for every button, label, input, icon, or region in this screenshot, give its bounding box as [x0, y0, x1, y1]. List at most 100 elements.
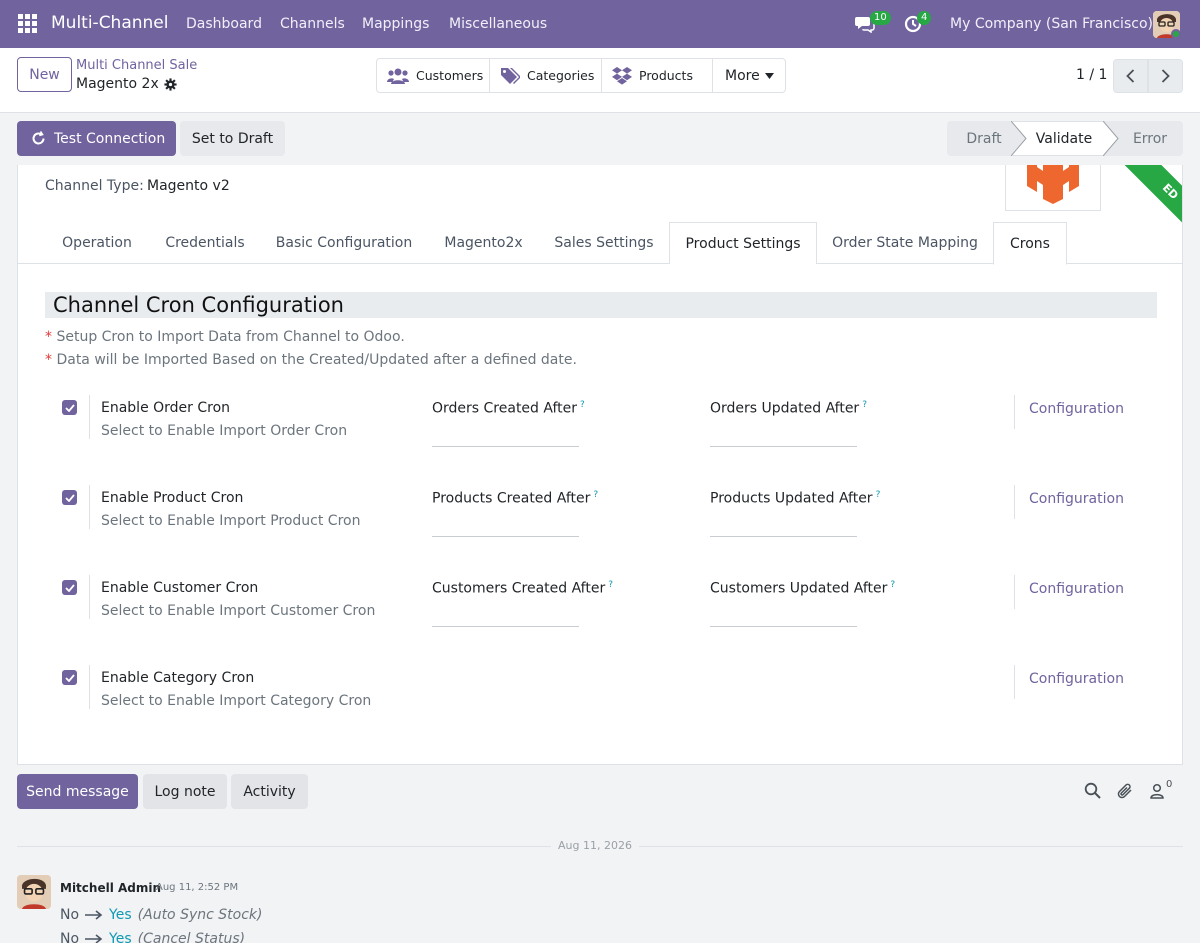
required-marker: * [45, 329, 52, 345]
orders-updated-after-input[interactable] [710, 446, 857, 447]
send-message-button[interactable]: Send message [17, 774, 138, 809]
help-tooltip-icon[interactable]: ? [580, 400, 585, 410]
company-switcher[interactable]: My Company (San Francisco) [950, 16, 1153, 32]
order-cron-configuration-link[interactable]: Configuration [1029, 401, 1124, 417]
tab-crons[interactable]: Crons [993, 222, 1067, 265]
stage-arrow [1103, 121, 1119, 156]
search-icon[interactable] [1084, 782, 1101, 799]
old-value: No [60, 907, 80, 923]
tab-sales-settings[interactable]: Sales Settings [540, 222, 668, 264]
product-cron-checkbox[interactable] [62, 490, 77, 505]
breadcrumb-current: Magento 2x [76, 76, 159, 92]
app-name[interactable]: Multi-Channel [51, 13, 168, 33]
customer-cron-checkbox[interactable] [62, 580, 77, 595]
test-connection-button[interactable]: Test Connection [17, 121, 176, 156]
status-pipeline: Draft Validate Error [947, 121, 1183, 156]
tracking-change: No Yes (Cancel Status) [60, 931, 245, 943]
category-cron-label: Enable Category Cron [101, 670, 255, 686]
tab-basic-configuration[interactable]: Basic Configuration [261, 222, 427, 264]
products-smart-button[interactable]: Products [602, 59, 713, 92]
row-divider [89, 485, 90, 529]
menu-channels[interactable]: Channels [280, 16, 345, 32]
menu-dashboard[interactable]: Dashboard [186, 16, 262, 32]
followers-user-icon[interactable] [1150, 783, 1164, 799]
note-text: Data will be Imported Based on the Creat… [56, 352, 577, 368]
row-divider [1014, 485, 1015, 519]
messages-badge: 10 [870, 11, 891, 25]
author-avatar[interactable] [17, 875, 51, 909]
required-marker: * [45, 352, 52, 368]
field-name: (Cancel Status) [137, 931, 246, 943]
menu-mappings[interactable]: Mappings [362, 16, 429, 32]
categories-label: Categories [527, 68, 595, 83]
pager-previous-button[interactable] [1113, 59, 1148, 93]
more-dropdown[interactable]: More [713, 59, 785, 92]
pager-next-button[interactable] [1148, 59, 1183, 93]
note-text: Setup Cron to Import Data from Channel t… [56, 329, 405, 345]
customers-created-after-label: Customers Created After? [432, 580, 613, 597]
more-label: More [725, 67, 760, 84]
orders-created-after-input[interactable] [432, 446, 579, 447]
products-created-after-input[interactable] [432, 536, 579, 537]
tab-order-state-mapping[interactable]: Order State Mapping [817, 222, 993, 264]
row-divider [1014, 665, 1015, 699]
users-icon [387, 68, 409, 84]
tags-icon [500, 67, 520, 84]
field-name: (Auto Sync Stock) [137, 907, 263, 923]
category-cron-help: Select to Enable Import Category Cron [101, 693, 372, 709]
old-value: No [60, 931, 80, 943]
new-value: Yes [109, 907, 132, 923]
new-button[interactable]: New [17, 57, 72, 92]
caret-down-icon [764, 72, 774, 79]
product-cron-configuration-link[interactable]: Configuration [1029, 491, 1124, 507]
activity-button[interactable]: Activity [231, 774, 308, 809]
activity-badge: 4 [917, 11, 932, 25]
order-cron-checkbox[interactable] [62, 400, 77, 415]
customers-updated-after-label: Customers Updated After? [710, 580, 895, 597]
gear-icon[interactable] [164, 78, 177, 91]
row-divider [89, 395, 90, 439]
new-value: Yes [109, 931, 132, 943]
field-label: Customers Created After [432, 580, 606, 597]
orders-created-after-label: Orders Created After? [432, 400, 585, 417]
products-created-after-label: Products Created After? [432, 490, 598, 507]
stage-draft[interactable]: Draft [947, 121, 1013, 156]
help-tooltip-icon[interactable]: ? [862, 400, 867, 410]
customer-cron-configuration-link[interactable]: Configuration [1029, 581, 1124, 597]
category-cron-configuration-link[interactable]: Configuration [1029, 671, 1124, 687]
help-tooltip-icon[interactable]: ? [593, 490, 598, 500]
date-separator-label: Aug 11, 2026 [551, 839, 639, 852]
message-author[interactable]: Mitchell Admin [60, 881, 161, 895]
field-label: Customers Updated After [710, 580, 888, 597]
customers-updated-after-input[interactable] [710, 626, 857, 627]
chevron-left-icon [1126, 69, 1135, 83]
customer-cron-label: Enable Customer Cron [101, 580, 259, 596]
customers-smart-button[interactable]: Customers [377, 59, 490, 92]
breadcrumb-parent[interactable]: Multi Channel Sale [76, 58, 197, 73]
control-panel: New Multi Channel Sale Magento 2x Custom… [0, 48, 1200, 113]
tab-operation[interactable]: Operation [45, 222, 149, 264]
cron-list: Enable Order Cron Select to Enable Impor… [18, 391, 1182, 751]
products-label: Products [639, 68, 693, 83]
help-tooltip-icon[interactable]: ? [608, 580, 613, 590]
category-cron-checkbox[interactable] [62, 670, 77, 685]
orders-updated-after-label: Orders Updated After? [710, 400, 867, 417]
app-grid-icon[interactable] [18, 14, 38, 34]
log-note-button[interactable]: Log note [143, 774, 227, 809]
paperclip-icon[interactable] [1116, 782, 1134, 800]
field-label: Products Updated After [710, 490, 873, 507]
customers-created-after-input[interactable] [432, 626, 579, 627]
set-to-draft-button[interactable]: Set to Draft [180, 121, 285, 156]
menu-miscellaneous[interactable]: Miscellaneous [449, 16, 547, 32]
tab-product-settings[interactable]: Product Settings [669, 222, 817, 264]
product-cron-help: Select to Enable Import Product Cron [101, 513, 361, 529]
categories-smart-button[interactable]: Categories [490, 59, 602, 92]
help-tooltip-icon[interactable]: ? [890, 580, 895, 590]
tab-magento2x[interactable]: Magento2x [427, 222, 540, 264]
pager-value[interactable]: 1 / 1 [1076, 67, 1107, 83]
help-tooltip-icon[interactable]: ? [876, 490, 881, 500]
tab-credentials[interactable]: Credentials [149, 222, 261, 264]
customer-cron-help: Select to Enable Import Customer Cron [101, 603, 376, 619]
products-updated-after-input[interactable] [710, 536, 857, 537]
tracking-change: No Yes (Auto Sync Stock) [60, 907, 262, 923]
